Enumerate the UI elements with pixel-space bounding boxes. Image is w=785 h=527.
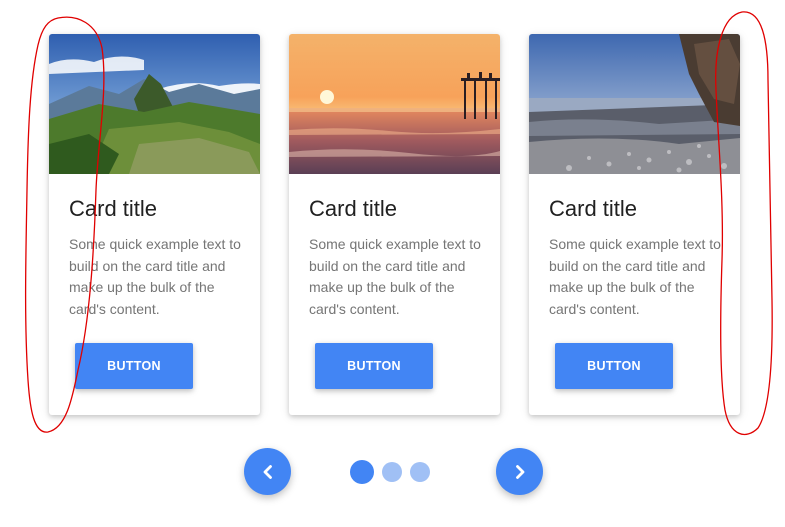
card-text: Some quick example text to build on the … — [69, 236, 241, 317]
mountain-ruins-image — [49, 34, 260, 174]
card-2: Card title Some quick example text to bu… — [289, 34, 500, 415]
card-3: Card title Some quick example text to bu… — [529, 34, 740, 415]
card-button[interactable]: BUTTON — [75, 343, 193, 389]
rocky-beach-image — [529, 34, 740, 174]
card-title: Card title — [69, 196, 158, 221]
carousel-indicator-2[interactable] — [382, 462, 402, 482]
carousel-prev-button[interactable] — [244, 448, 291, 495]
carousel-indicator-1[interactable] — [350, 460, 374, 484]
card-button[interactable]: BUTTON — [555, 343, 673, 389]
card-button[interactable]: BUTTON — [315, 343, 433, 389]
card-title: Card title — [309, 196, 398, 221]
chevron-right-icon — [515, 464, 524, 479]
carousel-indicator-3[interactable] — [410, 462, 430, 482]
card-text: Some quick example text to build on the … — [549, 236, 721, 317]
card-1: Card title Some quick example text to bu… — [49, 34, 260, 415]
card-title: Card title — [549, 196, 638, 221]
chevron-left-icon — [263, 464, 272, 479]
carousel-next-button[interactable] — [496, 448, 543, 495]
sunset-pier-image — [289, 34, 500, 174]
card-text: Some quick example text to build on the … — [309, 236, 481, 317]
